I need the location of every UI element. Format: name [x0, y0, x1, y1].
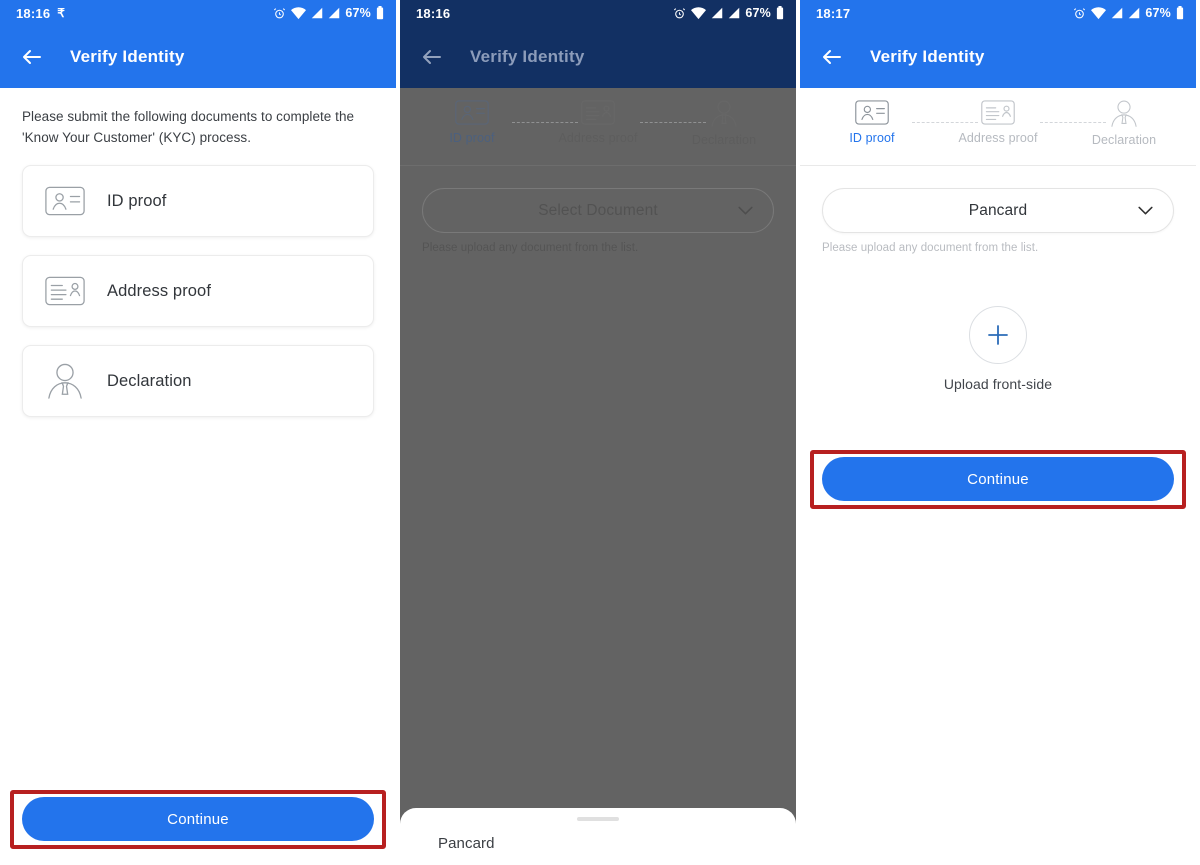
signal-icon: [329, 7, 340, 19]
document-bottom-sheet: Pancard: [400, 808, 796, 865]
id-card-icon: [455, 100, 489, 125]
stepper-label: ID proof: [849, 131, 895, 145]
signal-icon: [1112, 7, 1123, 19]
status-bar: 18:16 ₹ 67%: [0, 0, 396, 26]
wifi-icon: [291, 6, 307, 19]
select-helper-text: Please upload any document from the list…: [422, 242, 639, 254]
document-select-wrap: Pancard Please upload any document from …: [800, 166, 1196, 254]
sheet-option-pancard[interactable]: Pancard: [400, 835, 796, 852]
person-tie-icon: [48, 363, 82, 399]
continue-button[interactable]: Continue: [822, 457, 1174, 501]
stepper-item-id-proof[interactable]: ID proof: [418, 100, 526, 145]
document-label: Address proof: [107, 281, 212, 300]
kyc-stepper: ID proof Address proof Declaration: [400, 88, 796, 166]
upload-front-side-label: Upload front-side: [943, 376, 1053, 392]
stepper-item-address-proof[interactable]: Address proof: [544, 100, 652, 145]
status-time: 18:16: [16, 5, 51, 21]
document-label: ID proof: [107, 191, 167, 210]
select-helper-text: Please upload any document from the list…: [822, 242, 1039, 254]
id-card-icon: [45, 186, 85, 216]
document-card-address-proof[interactable]: Address proof: [22, 255, 374, 327]
document-card-id-proof[interactable]: ID proof: [22, 165, 374, 237]
signal-icon: [712, 7, 723, 19]
alarm-icon: [674, 7, 686, 18]
battery-icon: [376, 6, 384, 20]
stepper-label: Address proof: [958, 131, 1038, 145]
stepper-item-id-proof[interactable]: ID proof: [818, 100, 926, 145]
signal-icon: [1129, 7, 1140, 19]
wifi-icon: [691, 6, 707, 19]
document-select-value: Pancard: [968, 201, 1028, 219]
stepper-item-declaration[interactable]: Declaration: [1070, 100, 1178, 147]
status-time: 18:16: [416, 5, 451, 21]
address-card-icon: [581, 100, 615, 125]
intro-text: Please submit the following documents to…: [22, 109, 355, 145]
status-bar: 18:17 67%: [800, 0, 1196, 26]
document-label: Declaration: [107, 371, 192, 390]
status-bar: 18:16 67%: [400, 0, 796, 26]
stepper-label: ID proof: [449, 131, 495, 145]
document-card-declaration[interactable]: Declaration: [22, 345, 374, 417]
document-select[interactable]: Select Document: [422, 188, 774, 233]
continue-button[interactable]: Continue: [22, 797, 374, 841]
panel-pancard-upload: 18:17 67% Verify Identity ID proof Addre…: [800, 0, 1196, 865]
panel3-header: 18:17 67% Verify Identity: [800, 0, 1196, 88]
upload-front-side-button[interactable]: [969, 306, 1027, 364]
signal-icon: [729, 7, 740, 19]
battery-percentage: 67%: [1145, 6, 1171, 20]
stepper-label: Declaration: [691, 133, 757, 147]
page-title: Verify Identity: [870, 47, 985, 66]
battery-percentage: 67%: [745, 6, 771, 20]
sheet-grabber-handle[interactable]: [577, 817, 619, 821]
kyc-stepper: ID proof Address proof Declaration: [800, 88, 1196, 166]
person-tie-icon: [1111, 100, 1137, 127]
status-time: 18:17: [816, 5, 851, 21]
document-select[interactable]: Pancard: [822, 188, 1174, 233]
battery-percentage: 67%: [345, 6, 371, 20]
dimmed-content: ID proof Address proof Declaration Selec…: [400, 88, 796, 254]
upload-front-side-area: Upload front-side: [800, 306, 1196, 392]
panel-select-document-sheet: 18:16 67% Verify Identity ID proof Addre…: [400, 0, 796, 865]
chevron-down-icon: [738, 206, 753, 214]
stepper-label: Address proof: [558, 131, 638, 145]
panel1-body: Please submit the following documents to…: [0, 88, 396, 865]
document-select-value: Select Document: [538, 201, 658, 219]
screenshot-stage: 18:16 ₹ 67% Verify Identity Please submi…: [0, 0, 1200, 865]
chevron-down-icon: [1138, 206, 1153, 214]
back-arrow-icon[interactable]: [820, 45, 844, 69]
battery-icon: [776, 6, 784, 20]
stepper-item-address-proof[interactable]: Address proof: [944, 100, 1052, 145]
modal-scrim[interactable]: ID proof Address proof Declaration Selec…: [400, 88, 796, 865]
signal-icon: [312, 7, 323, 19]
rupee-icon: ₹: [57, 6, 66, 20]
app-bar: Verify Identity: [400, 26, 796, 88]
panel1-header: 18:16 ₹ 67% Verify Identity: [0, 0, 396, 88]
plus-icon: [988, 325, 1008, 345]
app-bar: Verify Identity: [800, 26, 1196, 88]
alarm-icon: [1074, 7, 1086, 18]
page-title: Verify Identity: [70, 47, 185, 66]
address-card-icon: [45, 276, 85, 306]
panel-document-list: 18:16 ₹ 67% Verify Identity Please submi…: [0, 0, 396, 865]
battery-icon: [1176, 6, 1184, 20]
back-arrow-icon[interactable]: [20, 45, 44, 69]
alarm-icon: [274, 7, 286, 18]
document-select-wrap: Select Document Please upload any docume…: [400, 166, 796, 254]
back-arrow-icon[interactable]: [420, 45, 444, 69]
app-bar: Verify Identity: [0, 26, 396, 88]
page-title: Verify Identity: [470, 47, 585, 66]
stepper-item-declaration[interactable]: Declaration: [670, 100, 778, 147]
wifi-icon: [1091, 6, 1107, 19]
stepper-label: Declaration: [1091, 133, 1157, 147]
panel2-header: 18:16 67% Verify Identity: [400, 0, 796, 88]
id-card-icon: [855, 100, 889, 125]
person-tie-icon: [711, 100, 737, 127]
address-card-icon: [981, 100, 1015, 125]
